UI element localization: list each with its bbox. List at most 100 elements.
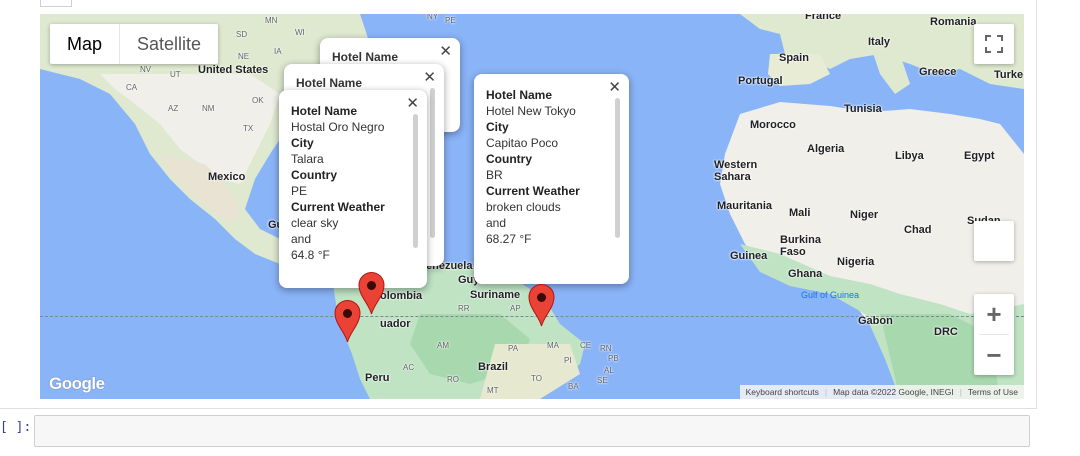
- label-state-rn: RN: [600, 344, 612, 353]
- label-state-pa: PA: [508, 344, 519, 353]
- label-state-ro: RO: [447, 375, 459, 384]
- map-type-control: Map Satellite: [50, 24, 219, 64]
- label-mauritania: Mauritania: [717, 200, 773, 212]
- label-nigeria: Nigeria: [837, 256, 875, 268]
- close-icon[interactable]: ✕: [439, 42, 452, 60]
- label-state-am: AM: [437, 341, 449, 350]
- map-type-satellite-button[interactable]: Satellite: [120, 24, 218, 64]
- label-suriname: Suriname: [470, 289, 521, 301]
- info-value-hotel-name: Hotel New Tokyo: [486, 104, 576, 118]
- label-turkey: Turke: [994, 69, 1024, 81]
- label-united-states: United States: [198, 64, 269, 76]
- terms-of-use-link[interactable]: Terms of Use: [968, 387, 1018, 397]
- google-map[interactable]: France Romania Italy Spain Portugal Gree…: [40, 14, 1024, 399]
- label-state-to: TO: [531, 374, 542, 383]
- label-state-ca: CA: [126, 83, 138, 92]
- label-state-sd: SD: [236, 30, 248, 39]
- code-input-cell[interactable]: [34, 415, 1030, 447]
- label-ecuador: uador: [380, 318, 411, 330]
- close-icon[interactable]: ✕: [406, 94, 419, 112]
- map-marker-pin[interactable]: [358, 272, 385, 315]
- label-state-ce: CE: [580, 341, 592, 350]
- label-state-ia: IA: [274, 47, 282, 56]
- info-value-city: Talara: [291, 152, 324, 166]
- label-italy: Italy: [868, 36, 891, 48]
- label-state-tx: TX: [243, 124, 254, 133]
- info-scrollbar[interactable]: [430, 88, 435, 238]
- label-state-wi: WI: [295, 28, 305, 37]
- info-scrollbar[interactable]: [413, 114, 418, 248]
- street-view-pegman-button[interactable]: [974, 221, 1014, 261]
- label-state-ne: NE: [238, 52, 250, 61]
- label-state-ut: UT: [170, 70, 181, 79]
- info-value-country: BR: [486, 168, 503, 182]
- info-value-hotel-name: Hostal Oro Negro: [291, 120, 385, 134]
- info-label-country: Country: [486, 152, 532, 166]
- label-mali: Mali: [789, 207, 811, 219]
- label-spain: Spain: [779, 52, 809, 64]
- info-value-weather: clear sky: [291, 216, 339, 230]
- label-romania: Romania: [930, 16, 977, 28]
- map-data-text: Map data ©2022 Google, INEGI: [833, 387, 954, 397]
- info-label-hotel-name: Hotel Name: [486, 88, 553, 102]
- label-state-ac: AC: [403, 363, 415, 372]
- previous-output-edge: [40, 0, 72, 7]
- info-window-capitao-poco: ✕ Hotel Name Hotel New Tokyo City Capita…: [474, 74, 629, 284]
- label-peru: Peru: [365, 372, 390, 384]
- info-label-hotel-name: Hotel Name: [296, 76, 363, 90]
- label-morocco: Morocco: [750, 119, 796, 131]
- label-state-se: SE: [597, 376, 608, 385]
- map-type-map-button[interactable]: Map: [50, 24, 121, 64]
- label-greece: Greece: [919, 66, 957, 78]
- google-logo[interactable]: Google: [49, 374, 105, 394]
- info-value-and: and: [486, 216, 507, 230]
- label-libya: Libya: [895, 150, 924, 162]
- close-icon[interactable]: ✕: [423, 68, 436, 86]
- fullscreen-button[interactable]: [974, 24, 1014, 64]
- label-burkina-faso: Burkina Faso: [780, 234, 821, 258]
- map-attribution: Keyboard shortcuts | Map data ©2022 Goog…: [739, 385, 1024, 399]
- keyboard-shortcuts-link[interactable]: Keyboard shortcuts: [746, 387, 819, 397]
- attribution-divider: |: [959, 387, 962, 397]
- info-value-and: and: [291, 232, 312, 246]
- info-value-temp: 68.27 °F: [486, 232, 532, 246]
- label-state-rr: RR: [458, 304, 470, 313]
- label-brazil: Brazil: [478, 361, 508, 373]
- label-drc: DRC: [934, 326, 958, 338]
- label-france: France: [805, 14, 842, 22]
- label-tunisia: Tunisia: [844, 103, 882, 115]
- label-state-pi: PI: [564, 356, 572, 365]
- label-mexico: Mexico: [208, 171, 246, 183]
- close-icon[interactable]: ✕: [608, 78, 621, 96]
- label-state-ba: BA: [568, 382, 579, 391]
- map-marker-pin[interactable]: [334, 300, 361, 343]
- info-label-hotel-name: Hotel Name: [332, 50, 399, 64]
- label-ghana: Ghana: [788, 268, 823, 280]
- label-western-sahara: Western Sahara: [714, 159, 758, 183]
- info-value-weather: broken clouds: [486, 200, 561, 214]
- info-value-country: PE: [291, 184, 308, 198]
- label-egypt: Egypt: [964, 150, 995, 162]
- label-gabon: Gabon: [858, 315, 893, 327]
- label-state-al: AL: [604, 366, 614, 375]
- label-state-nv: NV: [140, 65, 152, 74]
- info-label-country: Country: [291, 168, 337, 182]
- zoom-in-button[interactable]: +: [974, 294, 1014, 334]
- info-scrollbar[interactable]: [615, 98, 620, 238]
- label-guinea: Guinea: [730, 250, 768, 262]
- info-label-city: City: [291, 136, 314, 150]
- info-label-hotel-name: Hotel Name: [291, 104, 358, 118]
- label-state-pe: PE: [445, 16, 456, 25]
- map-marker-pin[interactable]: [528, 284, 555, 327]
- label-portugal: Portugal: [738, 75, 783, 87]
- info-window-talara: ✕ Hotel Name Hostal Oro Negro City Talar…: [279, 90, 427, 288]
- info-value-city: Capitao Poco: [486, 136, 559, 150]
- info-label-weather: Current Weather: [291, 200, 385, 214]
- label-state-ma: MA: [547, 341, 559, 350]
- label-state-mt: MT: [487, 386, 499, 395]
- fullscreen-icon: [985, 35, 1003, 53]
- zoom-out-button[interactable]: −: [974, 335, 1014, 375]
- label-state-ny: NY: [427, 14, 439, 21]
- label-algeria: Algeria: [807, 143, 845, 155]
- label-state-pb: PB: [608, 354, 619, 363]
